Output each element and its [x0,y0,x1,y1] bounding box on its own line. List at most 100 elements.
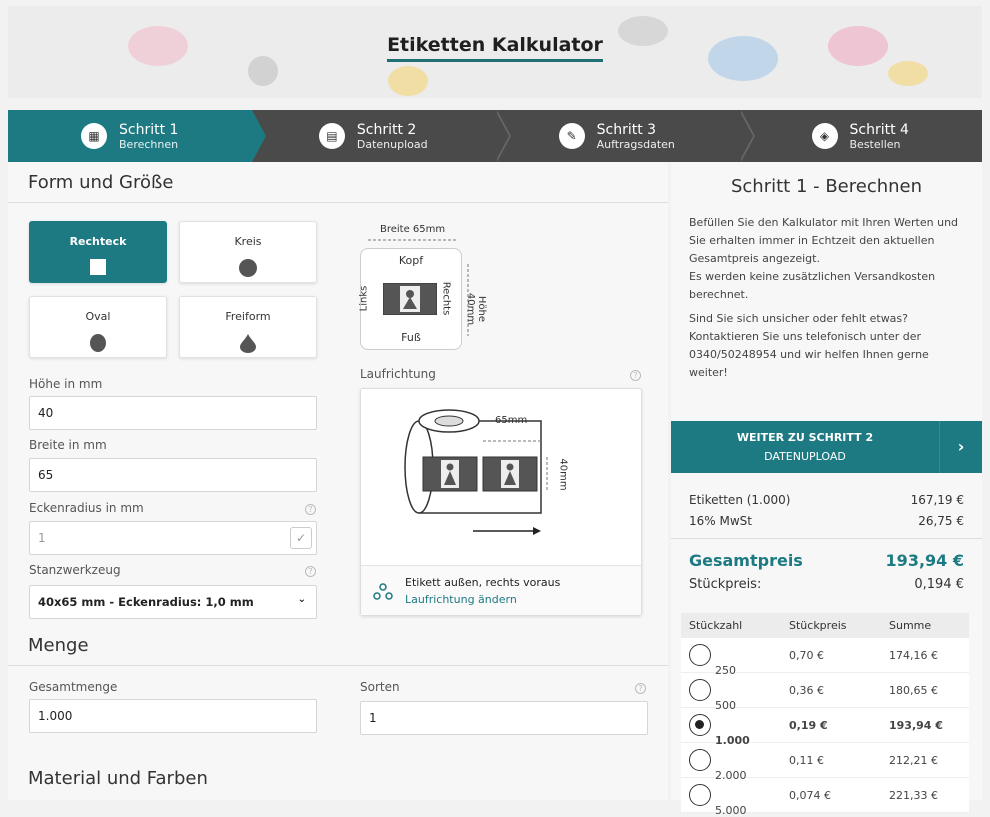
radio-button[interactable] [689,679,711,701]
shape-freeform-label: Freiform [225,310,271,323]
unit-price-row: Stückpreis: 0,194 € [689,577,964,592]
preview-bottom-label: Fuß [401,331,421,344]
step-2-title: Schritt 2 [356,121,417,138]
direction-footer: Etikett außen, rechts voraus Laufrichtun… [361,565,641,615]
chevron-down-icon: ⌄ [297,594,306,605]
unit-price-label: Stückpreis: [689,577,762,592]
height-label: Höhe in mm [29,377,103,391]
column-header-sum: Summe [889,619,932,632]
roll-width-label: 65mm [495,415,528,426]
preview-height-label: Höhe 40mm [465,292,487,326]
vat-label: 16% MwSt [689,514,752,528]
radio-button[interactable] [689,749,711,771]
direction-preview-box: 65mm 40mm Etikett außen, rechts voraus L… [360,388,642,616]
roll-height-label: 40mm [557,458,569,491]
chevron-right-icon[interactable]: › [939,421,982,473]
height-input[interactable]: 40 [29,396,317,430]
row-unit-price: 0,36 € [789,683,824,697]
summary-title: Schritt 1 - Berechnen [730,176,923,197]
shape-circle-label: Kreis [234,235,262,248]
row-sum: 212,21 € [889,753,938,767]
total-quantity-input[interactable]: 1.000 [29,699,317,733]
preview-left-label: Links [358,285,370,312]
oval-icon [90,334,106,352]
direction-text: Etikett außen, rechts voraus [405,576,561,589]
shape-rectangle-button[interactable]: Rechteck [29,221,167,283]
row-quantity: 500 [715,699,736,712]
direction-settings-icon [373,583,393,600]
drop-icon [240,334,256,353]
summary-paragraph-2: Es werden keine zusätzlichen Versandkost… [689,270,936,301]
direction-help-icon[interactable]: ? [630,370,641,381]
label-preview: Kopf Fuß Links Rechts [358,248,462,350]
labels-price-value: 167,19 € [910,493,964,507]
circle-icon [239,259,257,277]
section-title-material: Material und Farben [28,768,208,789]
table-row[interactable]: 2.000 0,11 € 212,21 € [681,743,969,782]
summary-description: Befüllen Sie den Kalkulator mit Ihren We… [689,214,969,382]
step-2-subtitle: Datenupload [356,137,428,151]
total-price-value: 193,94 € [885,551,964,570]
column-header-unit-price: Stückpreis [789,619,847,632]
tool-label: Stanzwerkzeug [29,563,121,577]
step-4-subtitle: Bestellen [849,137,901,151]
step-4[interactable]: ◈ Schritt 4 Bestellen [738,110,982,162]
next-step-button[interactable]: WEITER ZU SCHRITT 2 DATENUPLOAD [671,421,939,473]
direction-label: Laufrichtung [360,367,436,381]
step-3[interactable]: ✎ Schritt 3 Auftragsdaten [495,110,755,162]
radius-value: 1 [38,531,46,545]
total-quantity-label: Gesamtmenge [29,680,118,694]
width-input[interactable]: 65 [29,458,317,492]
step-2[interactable]: ▤ Schritt 2 Datenupload [251,110,511,162]
file-icon: ▤ [318,123,345,149]
table-header: Stückzahl Stückpreis Summe [681,613,969,638]
radius-help-icon[interactable]: ? [305,504,316,515]
preview-width-label: Breite 65mm [380,224,446,235]
section-title-form: Form und Größe [28,172,174,193]
row-unit-price: 0,19 € [789,718,828,732]
step-1-subtitle: Berechnen [119,137,179,151]
step-4-title: Schritt 4 [849,121,909,138]
preview-top-label: Kopf [398,254,424,267]
section-title-quantity: Menge [28,635,89,656]
shape-oval-button[interactable]: Oval [29,296,167,358]
calculator-form: Form und Größe Rechteck Kreis Oval Freif… [8,162,668,800]
sorts-label: Sorten [360,680,400,694]
checkbox-icon[interactable]: ✓ [290,527,312,549]
label-roll-icon [404,409,548,535]
total-price-row: Gesamtpreis 193,94 € [689,551,964,570]
page-title: Etiketten Kalkulator [8,34,982,62]
table-row[interactable]: 500 0,36 € 180,65 € [681,673,969,712]
summary-paragraph-3: Sind Sie sich unsicher oder fehlt etwas?… [689,312,929,379]
sorts-help-icon[interactable]: ? [635,683,646,694]
table-row[interactable]: 5.000 0,074 € 221,33 € [681,778,969,817]
next-step-line2: DATENUPLOAD [764,450,846,463]
labels-price-label: Etiketten (1.000) [689,493,791,507]
radio-button[interactable] [689,784,711,806]
header-banner: Etiketten Kalkulator [8,6,982,98]
row-quantity: 2.000 [715,769,747,782]
radio-button[interactable] [689,644,711,666]
width-dimension-line [368,239,458,241]
step-1[interactable]: ▦ Schritt 1 Berechnen [8,110,266,162]
shape-freeform-button[interactable]: Freiform [179,296,317,358]
row-unit-price: 0,11 € [789,753,824,767]
step-3-title: Schritt 3 [596,121,657,138]
quantity-price-table: Stückzahl Stückpreis Summe 250 0,70 € 17… [681,613,969,817]
summary-paragraph-1: Befüllen Sie den Kalkulator mit Ihren We… [689,216,959,265]
radio-button-selected[interactable] [689,714,711,736]
sorts-input[interactable]: 1 [360,701,648,735]
tool-help-icon[interactable]: ? [305,566,316,577]
row-unit-price: 0,70 € [789,648,824,662]
row-quantity: 1.000 [715,734,750,747]
change-direction-link[interactable]: Laufrichtung ändern [405,593,517,606]
column-header-quantity: Stückzahl [689,619,743,632]
shape-circle-button[interactable]: Kreis [179,221,317,283]
table-row[interactable]: 250 0,70 € 174,16 € [681,638,969,677]
label-image-icon [383,283,437,315]
preview-right-label: Rechts [440,281,452,316]
square-icon [90,259,106,275]
unit-price-value: 0,194 € [914,577,964,592]
table-row-selected[interactable]: 1.000 0,19 € 193,94 € [681,708,969,747]
tool-select[interactable]: 40x65 mm - Eckenradius: 1,0 mm ⌄ [29,585,317,619]
